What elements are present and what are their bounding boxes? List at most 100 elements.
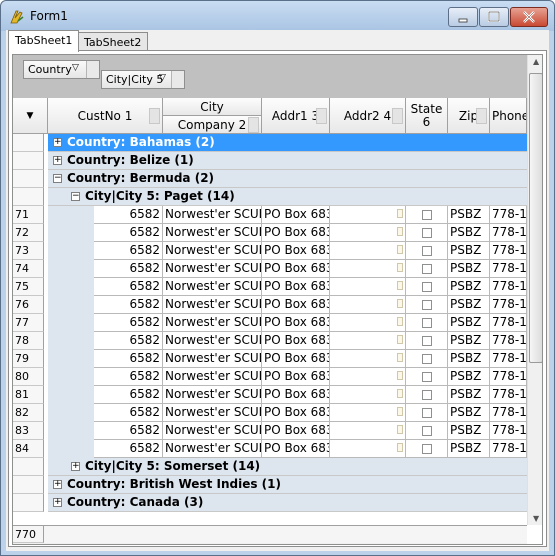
row-indicator[interactable]: 81 <box>13 386 44 404</box>
filter-dropdown-icon[interactable] <box>171 71 184 88</box>
cell-phone[interactable]: 778-1234 <box>490 260 527 278</box>
cell-addr2[interactable] <box>330 278 406 296</box>
cell-state[interactable] <box>406 314 448 332</box>
cell-addr2[interactable] <box>330 296 406 314</box>
checkbox[interactable] <box>422 354 432 364</box>
cell-company[interactable]: Norwest'er SCUBA <box>163 296 262 314</box>
checkbox[interactable] <box>422 282 432 292</box>
collapse-icon[interactable]: − <box>53 174 62 183</box>
horizontal-scroll-thumb[interactable] <box>31 544 247 545</box>
row-indicator[interactable]: 73 <box>13 242 44 260</box>
filter-dropdown-icon[interactable] <box>86 61 99 78</box>
group-row-country[interactable]: + Country: Canada (3) <box>48 494 527 512</box>
cell-company[interactable]: Norwest'er SCUBA <box>163 404 262 422</box>
cell-custno[interactable]: 6582 <box>94 350 163 368</box>
expand-icon[interactable]: + <box>71 462 80 471</box>
cell-addr2[interactable] <box>330 314 406 332</box>
header-zip[interactable]: Zip <box>448 98 490 134</box>
cell-phone[interactable]: 778-1234 <box>490 296 527 314</box>
header-custno[interactable]: CustNo 1 <box>48 98 163 134</box>
cell-company[interactable]: Norwest'er SCUBA <box>163 386 262 404</box>
group-row-city[interactable]: + City|City 5: Somerset (14) <box>66 458 527 476</box>
header-addr1[interactable]: Addr1 3 <box>262 98 330 134</box>
group-row-country[interactable]: − Country: Bermuda (2) <box>48 170 527 188</box>
cell-custno[interactable]: 6582 <box>94 224 163 242</box>
cell-custno[interactable]: 6582 <box>94 242 163 260</box>
cell-zip[interactable]: PSBZ <box>448 278 490 296</box>
cell-addr2[interactable] <box>330 260 406 278</box>
cell-addr1[interactable]: PO Box 6834 <box>262 332 330 350</box>
cell-custno[interactable]: 6582 <box>94 332 163 350</box>
header-company[interactable]: Company 2 <box>163 116 262 134</box>
cell-addr1[interactable]: PO Box 6834 <box>262 440 330 458</box>
cell-state[interactable] <box>406 278 448 296</box>
cell-addr2[interactable] <box>330 404 406 422</box>
group-row-country[interactable]: + Country: British West Indies (1) <box>48 476 527 494</box>
scroll-down-icon[interactable]: ▼ <box>533 514 539 523</box>
cell-addr2[interactable] <box>330 368 406 386</box>
cell-state[interactable] <box>406 260 448 278</box>
checkbox[interactable] <box>422 444 432 454</box>
expand-icon[interactable]: + <box>53 138 62 147</box>
cell-addr1[interactable]: PO Box 6834 <box>262 422 330 440</box>
checkbox[interactable] <box>422 336 432 346</box>
cell-addr1[interactable]: PO Box 6834 <box>262 206 330 224</box>
cell-zip[interactable]: PSBZ <box>448 368 490 386</box>
cell-zip[interactable]: PSBZ <box>448 332 490 350</box>
cell-phone[interactable]: 778-1234 <box>490 350 527 368</box>
row-indicator[interactable]: 76 <box>13 296 44 314</box>
header-phone[interactable]: Phone <box>490 98 527 134</box>
checkbox[interactable] <box>422 264 432 274</box>
cell-company[interactable]: Norwest'er SCUBA <box>163 332 262 350</box>
cell-phone[interactable]: 778-1234 <box>490 440 527 458</box>
group-row-country[interactable]: + Country: Belize (1) <box>48 152 527 170</box>
cell-zip[interactable]: PSBZ <box>448 296 490 314</box>
cell-addr2[interactable] <box>330 386 406 404</box>
cell-zip[interactable]: PSBZ <box>448 260 490 278</box>
row-indicator[interactable] <box>13 152 44 170</box>
expand-icon[interactable]: + <box>53 156 62 165</box>
cell-phone[interactable]: 778-1234 <box>490 224 527 242</box>
cell-phone[interactable]: 778-1234 <box>490 278 527 296</box>
filter-button[interactable] <box>248 116 259 133</box>
title-bar[interactable]: Form1 <box>1 1 554 31</box>
header-addr2[interactable]: Addr2 4 <box>330 98 406 134</box>
row-indicator[interactable] <box>13 458 44 476</box>
row-indicator[interactable]: 84 <box>13 440 44 458</box>
row-indicator[interactable] <box>13 476 44 494</box>
row-indicator[interactable]: 75 <box>13 278 44 296</box>
cell-zip[interactable]: PSBZ <box>448 206 490 224</box>
row-indicator[interactable] <box>13 170 44 188</box>
cell-addr1[interactable]: PO Box 6834 <box>262 404 330 422</box>
cell-addr2[interactable] <box>330 224 406 242</box>
cell-phone[interactable]: 778-1234 <box>490 422 527 440</box>
cell-company[interactable]: Norwest'er SCUBA <box>163 368 262 386</box>
cell-custno[interactable]: 6582 <box>94 260 163 278</box>
vertical-scrollbar[interactable]: ▲ ▼ <box>527 55 542 525</box>
cell-custno[interactable]: 6582 <box>94 206 163 224</box>
cell-state[interactable] <box>406 242 448 260</box>
filter-button[interactable] <box>149 107 160 124</box>
cell-zip[interactable]: PSBZ <box>448 404 490 422</box>
cell-zip[interactable]: PSBZ <box>448 242 490 260</box>
cell-custno[interactable]: 6582 <box>94 422 163 440</box>
cell-addr1[interactable]: PO Box 6834 <box>262 224 330 242</box>
data-grid[interactable]: Country ▽ City|City 5 ▽ ▼ CustNo 1 City … <box>12 54 543 545</box>
cell-custno[interactable]: 6582 <box>94 386 163 404</box>
row-indicator[interactable] <box>13 188 44 206</box>
row-indicator[interactable]: 80 <box>13 368 44 386</box>
cell-state[interactable] <box>406 332 448 350</box>
row-indicator[interactable]: 77 <box>13 314 44 332</box>
row-indicator[interactable] <box>13 134 44 152</box>
row-indicator[interactable]: 83 <box>13 422 44 440</box>
collapse-icon[interactable]: − <box>71 192 80 201</box>
cell-company[interactable]: Norwest'er SCUBA <box>163 350 262 368</box>
cell-addr1[interactable]: PO Box 6834 <box>262 350 330 368</box>
cell-state[interactable] <box>406 422 448 440</box>
cell-phone[interactable]: 778-1234 <box>490 332 527 350</box>
scroll-up-icon[interactable]: ▲ <box>533 57 539 66</box>
group-row-country[interactable]: + Country: Bahamas (2) <box>48 134 527 152</box>
cell-addr2[interactable] <box>330 242 406 260</box>
cell-company[interactable]: Norwest'er SCUBA <box>163 440 262 458</box>
maximize-button[interactable] <box>479 7 509 27</box>
